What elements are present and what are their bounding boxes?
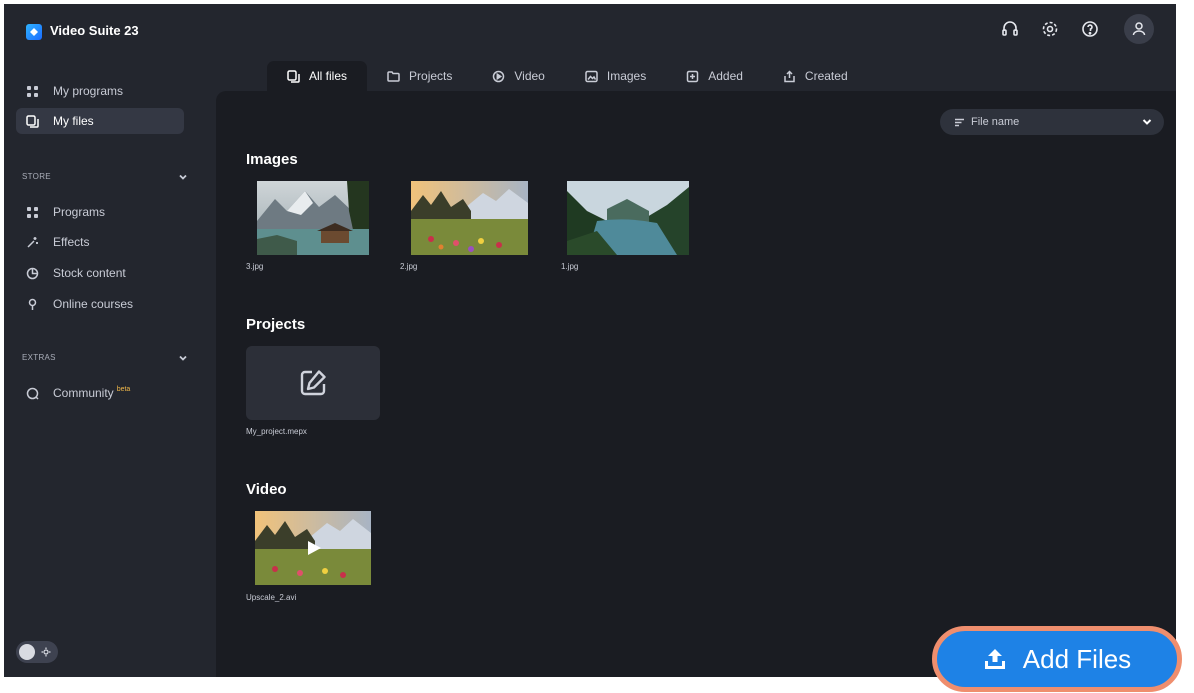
play-circle-icon: [493, 70, 505, 82]
sidebar-item-label: Community: [53, 386, 114, 400]
tab-all-files[interactable]: All files: [267, 61, 368, 91]
image-filename: 2.jpg: [400, 262, 418, 271]
share-icon: [784, 69, 795, 82]
tab-images[interactable]: Images: [565, 61, 666, 91]
sidebar-item-label: Effects: [53, 235, 90, 249]
sidebar-item-my-files[interactable]: My files: [16, 108, 184, 134]
user-avatar[interactable]: [1124, 14, 1154, 44]
theme-toggle[interactable]: [16, 641, 58, 663]
sidebar-item-label: Stock content: [53, 266, 126, 280]
grid-icon: [27, 206, 38, 218]
image-thumbnail[interactable]: [567, 181, 689, 255]
sidebar-item-label: My files: [53, 114, 94, 128]
folder-icon: [387, 70, 400, 82]
tab-added[interactable]: Added: [666, 61, 763, 91]
tab-label: Projects: [409, 69, 453, 83]
app-window: Video Suite 23 My programs My files STOR…: [4, 4, 1176, 677]
sort-dropdown[interactable]: File name: [940, 109, 1164, 135]
chevron-down-icon[interactable]: [178, 353, 188, 363]
beta-badge: beta: [116, 385, 131, 393]
tab-label: All files: [309, 69, 348, 83]
image-thumbnail[interactable]: [411, 181, 528, 255]
tab-label: Added: [708, 69, 743, 83]
image-filename: 3.jpg: [246, 262, 264, 271]
sidebar-item-label: My programs: [53, 84, 124, 98]
sun-icon: [41, 647, 51, 657]
image-thumbnail[interactable]: [257, 181, 369, 255]
app-title: Video Suite 23: [50, 23, 139, 38]
sidebar-item-stock-content[interactable]: Stock content: [16, 260, 184, 286]
gear-icon[interactable]: [1038, 17, 1062, 41]
sort-icon: [955, 118, 964, 126]
add-files-label: Add Files: [1022, 643, 1132, 674]
files-icon: [287, 69, 300, 83]
project-card[interactable]: [246, 346, 380, 420]
app-logo-icon: [26, 24, 42, 40]
video-thumbnail[interactable]: [255, 511, 371, 585]
video-filename: Upscale_2.avi: [246, 593, 297, 602]
tab-projects[interactable]: Projects: [367, 61, 472, 91]
toggle-knob: [19, 644, 35, 660]
chevron-down-icon: [1142, 119, 1152, 125]
sidebar-item-label: Programs: [53, 205, 106, 219]
video-section-title: Video: [246, 481, 287, 498]
upload-icon: [984, 649, 1005, 669]
sidebar: My programs My files STORE Programs Effe…: [4, 56, 216, 677]
pie-icon: [26, 267, 39, 279]
headset-icon[interactable]: [998, 17, 1022, 41]
sidebar-item-effects[interactable]: Effects: [16, 229, 184, 255]
tab-video[interactable]: Video: [472, 61, 564, 91]
top-icons: [998, 14, 1154, 44]
pin-icon: [28, 298, 37, 310]
image-filename: 1.jpg: [561, 262, 579, 271]
edit-icon: [300, 370, 326, 396]
images-section-title: Images: [246, 151, 298, 168]
file-tabs: All files Projects Video Images Added Cr…: [267, 61, 868, 91]
top-bar: Video Suite 23: [4, 4, 1176, 56]
sidebar-item-community[interactable]: Community beta: [16, 380, 184, 406]
grid-icon: [27, 85, 38, 97]
files-panel: File name Images 3.jpg 2.jpg 1.jpg Proje…: [216, 91, 1176, 677]
project-filename: My_project.mepx: [246, 427, 307, 436]
sidebar-item-my-programs[interactable]: My programs: [16, 78, 184, 104]
add-files-button[interactable]: Add Files: [932, 626, 1182, 692]
tab-label: Images: [606, 69, 647, 83]
wand-icon: [27, 236, 38, 248]
files-icon: [26, 114, 39, 128]
chevron-down-icon[interactable]: [178, 172, 188, 182]
projects-section-title: Projects: [246, 316, 306, 333]
tab-created[interactable]: Created: [763, 61, 868, 91]
sort-label: File name: [971, 116, 1020, 128]
sidebar-item-programs[interactable]: Programs: [16, 199, 184, 225]
tab-label: Created: [804, 69, 848, 83]
store-section-label: STORE: [22, 172, 51, 181]
help-icon[interactable]: [1078, 17, 1102, 41]
chat-icon: [26, 387, 39, 400]
image-icon: [585, 70, 598, 82]
sidebar-item-online-courses[interactable]: Online courses: [16, 291, 184, 317]
tab-label: Video: [514, 69, 545, 83]
plus-box-icon: [686, 70, 699, 82]
extras-section-label: EXTRAS: [22, 353, 56, 362]
sidebar-item-label: Online courses: [53, 297, 134, 311]
